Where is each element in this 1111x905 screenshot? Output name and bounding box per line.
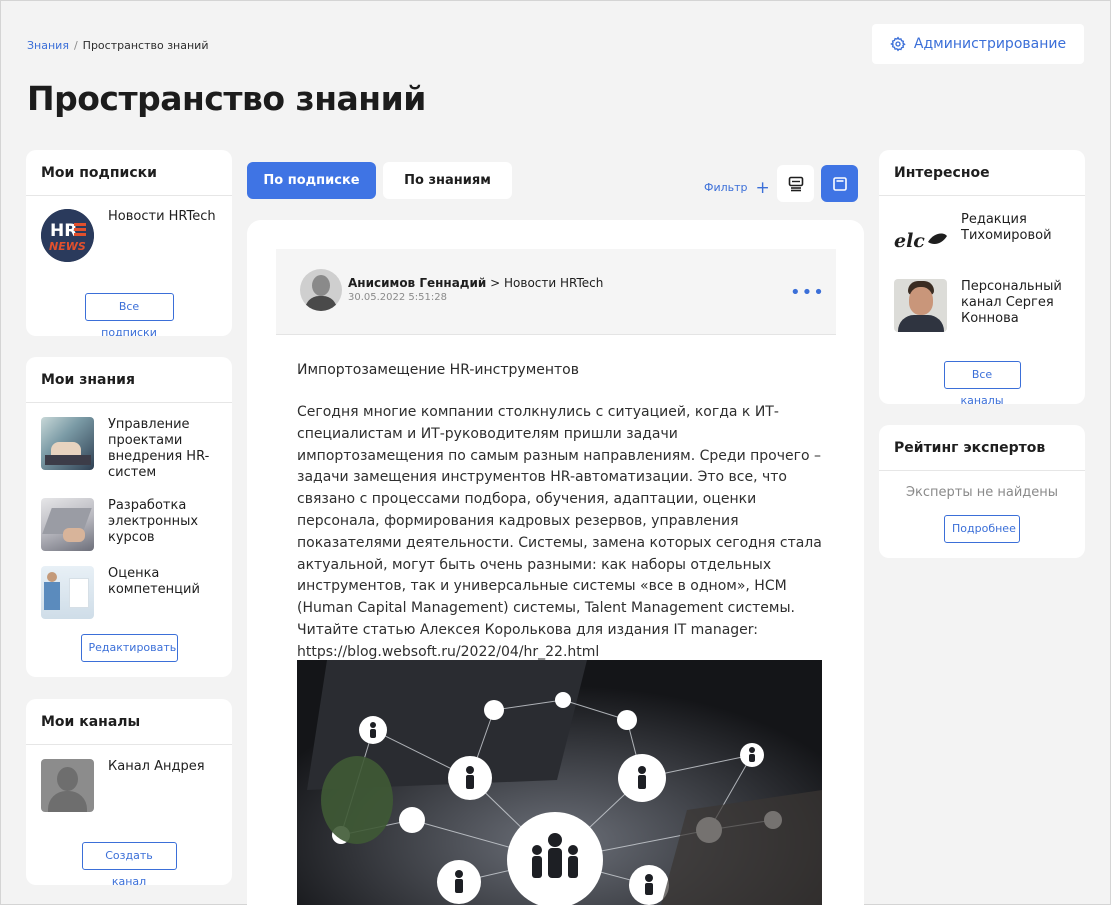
experts-empty-text: Эксперты не найдены (905, 485, 1059, 500)
post-date: 30.05.2022 5:51:28 (348, 292, 447, 303)
administration-button[interactable]: Администрирование (872, 24, 1084, 64)
post-image (297, 660, 822, 905)
subscriptions-card: Мои подписки HR NEWS Новости HRTech Все … (26, 150, 232, 336)
svg-text:HR: HR (50, 221, 77, 241)
breadcrumb: Знания / Пространство знаний (27, 39, 208, 52)
knowledge-item-name: Разработка электронных курсов (108, 498, 199, 545)
interesting-card: Интересное elc Редакция Тихомировой Перс… (879, 150, 1085, 404)
channels-title: Мои каналы (26, 699, 232, 745)
edit-knowledge-button[interactable]: Редактировать (80, 634, 178, 662)
hr-news-logo-icon: HR NEWS (41, 209, 94, 262)
interesting-item-name: Редакция Тихомировой (961, 212, 1052, 243)
list-view-icon (788, 176, 803, 191)
knowledge-item-name: Управление проектами внедрения HR-систем (108, 417, 210, 480)
post-author-name[interactable]: Анисимов Геннадий (348, 276, 486, 290)
channel-item-name: Канал Андрея (108, 759, 205, 774)
tab-by-knowledge[interactable]: По знаниям (383, 162, 512, 199)
post-author-line: Анисимов Геннадий > Новости HRTech (348, 276, 603, 290)
subscription-item[interactable]: HR NEWS Новости HRTech (26, 209, 232, 262)
elc-logo: elc (894, 212, 947, 265)
create-channel-button[interactable]: Создать канал (81, 842, 177, 885)
knowledge-card: Мои знания Управление проектами внедрени… (26, 357, 232, 677)
all-subscriptions-button[interactable]: Все подписки (84, 293, 174, 336)
subscription-item-name: Новости HRTech (108, 209, 216, 224)
elc-logo-icon: elc (894, 230, 947, 252)
channels-card: Мои каналы Канал Андрея Создать канал (26, 699, 232, 885)
page-title: Пространство знаний (27, 79, 426, 118)
user-placeholder-icon (41, 759, 94, 812)
knowledge-item-name: Оценка компетенций (108, 566, 200, 597)
author-avatar[interactable] (300, 269, 342, 311)
person-photo (894, 279, 947, 332)
experts-title: Рейтинг экспертов (879, 425, 1085, 471)
experts-more-button[interactable]: Подробнее (944, 515, 1020, 543)
breadcrumb-link-knowledge[interactable]: Знания (27, 39, 69, 52)
hr-news-logo: HR NEWS (41, 209, 94, 262)
gear-icon (890, 36, 906, 52)
post-channel-name[interactable]: Новости HRTech (504, 276, 603, 290)
plus-icon: + (755, 178, 770, 198)
interesting-item-name: Персональный канал Сергея Коннова (961, 279, 1062, 326)
knowledge-thumb-image (41, 498, 94, 551)
filter-label: Фильтр (704, 181, 748, 194)
interesting-item[interactable]: elc Редакция Тихомировой (879, 212, 1085, 265)
network-people-image (297, 660, 822, 905)
breadcrumb-current: Пространство знаний (82, 39, 209, 52)
experts-card: Рейтинг экспертов Эксперты не найдены По… (879, 425, 1085, 558)
feed-panel: Анисимов Геннадий > Новости HRTech 30.05… (247, 220, 864, 905)
filter-button[interactable]: Фильтр + (704, 176, 770, 198)
more-options-icon[interactable]: ••• (790, 282, 825, 303)
post-author-separator: > (490, 276, 501, 290)
post-title: Импортозамещение HR-инструментов (297, 362, 579, 378)
breadcrumb-separator: / (73, 39, 78, 52)
all-channels-button[interactable]: Все каналы (943, 361, 1021, 404)
knowledge-item[interactable]: Управление проектами внедрения HR-систем (26, 417, 232, 481)
post-header: Анисимов Геннадий > Новости HRTech 30.05… (276, 249, 836, 335)
tab-by-subscription[interactable]: По подписке (247, 162, 376, 199)
knowledge-title: Мои знания (26, 357, 232, 403)
list-view-button[interactable] (777, 165, 814, 202)
subscriptions-title: Мои подписки (26, 150, 232, 196)
post-card: Анисимов Геннадий > Новости HRTech 30.05… (276, 249, 836, 905)
knowledge-item[interactable]: Оценка компетенций (26, 566, 232, 619)
post-body: Сегодня многие компании столкнулись с си… (297, 404, 822, 660)
knowledge-thumb-image (41, 566, 94, 619)
svg-text:elc: elc (894, 230, 925, 252)
interesting-title: Интересное (879, 150, 1085, 196)
administration-label: Администрирование (913, 36, 1067, 52)
card-view-button[interactable] (821, 165, 858, 202)
interesting-item[interactable]: Персональный канал Сергея Коннова (879, 279, 1085, 332)
knowledge-item[interactable]: Разработка электронных курсов (26, 498, 232, 551)
card-view-icon (832, 176, 847, 191)
channel-item[interactable]: Канал Андрея (26, 759, 232, 812)
knowledge-thumb-image (41, 417, 94, 470)
svg-text:NEWS: NEWS (49, 240, 86, 253)
